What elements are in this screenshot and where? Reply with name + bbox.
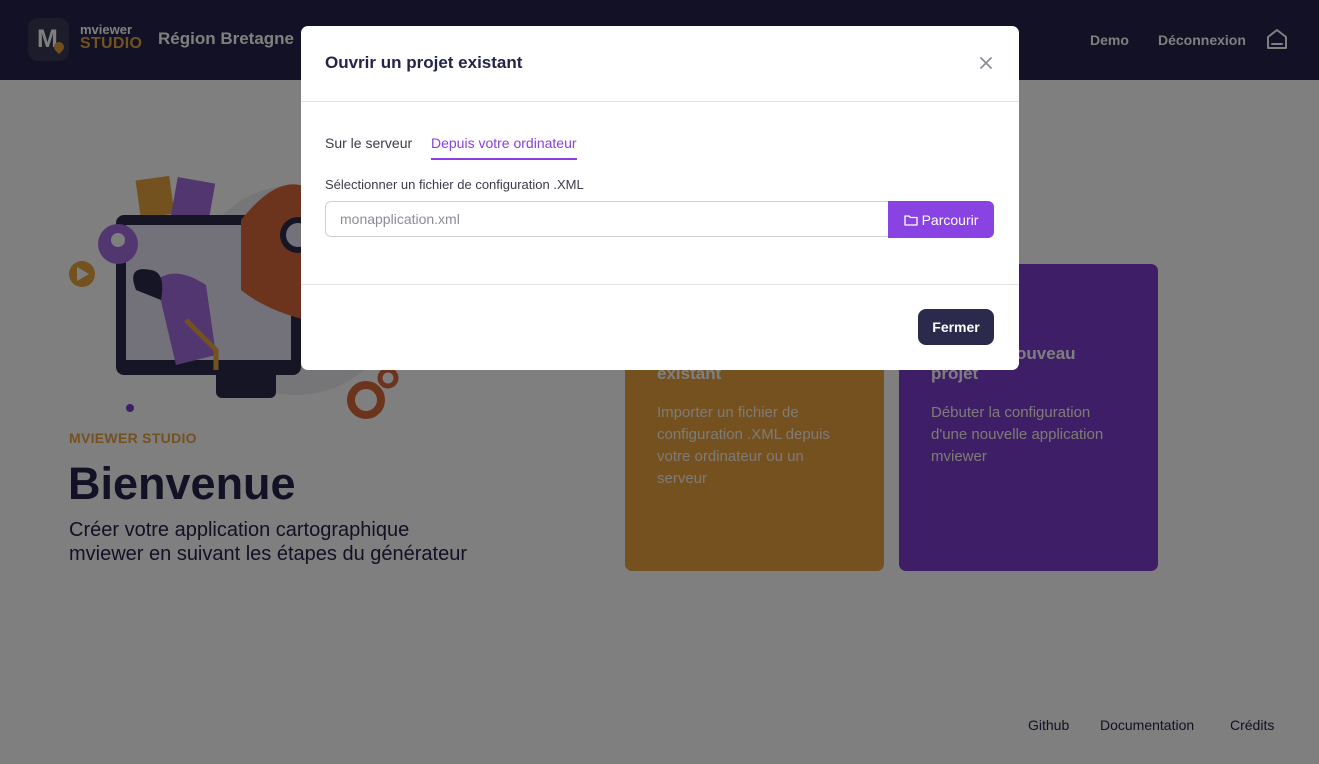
file-field-label: Sélectionner un fichier de configuration… (325, 177, 584, 192)
modal-title: Ouvrir un projet existant (325, 53, 523, 72)
browse-button[interactable]: Parcourir (888, 201, 994, 238)
folder-icon (903, 214, 918, 226)
modal-header: Ouvrir un projet existant (301, 26, 1019, 102)
open-project-modal: Ouvrir un projet existant Sur le serveur… (301, 26, 1019, 370)
tab-server[interactable]: Sur le serveur (325, 135, 412, 158)
close-icon[interactable] (977, 54, 995, 72)
modal-divider (301, 284, 1019, 285)
file-input[interactable] (325, 201, 888, 237)
browse-label: Parcourir (921, 211, 979, 228)
tab-computer[interactable]: Depuis votre ordinateur (431, 135, 577, 160)
close-button[interactable]: Fermer (918, 309, 994, 345)
